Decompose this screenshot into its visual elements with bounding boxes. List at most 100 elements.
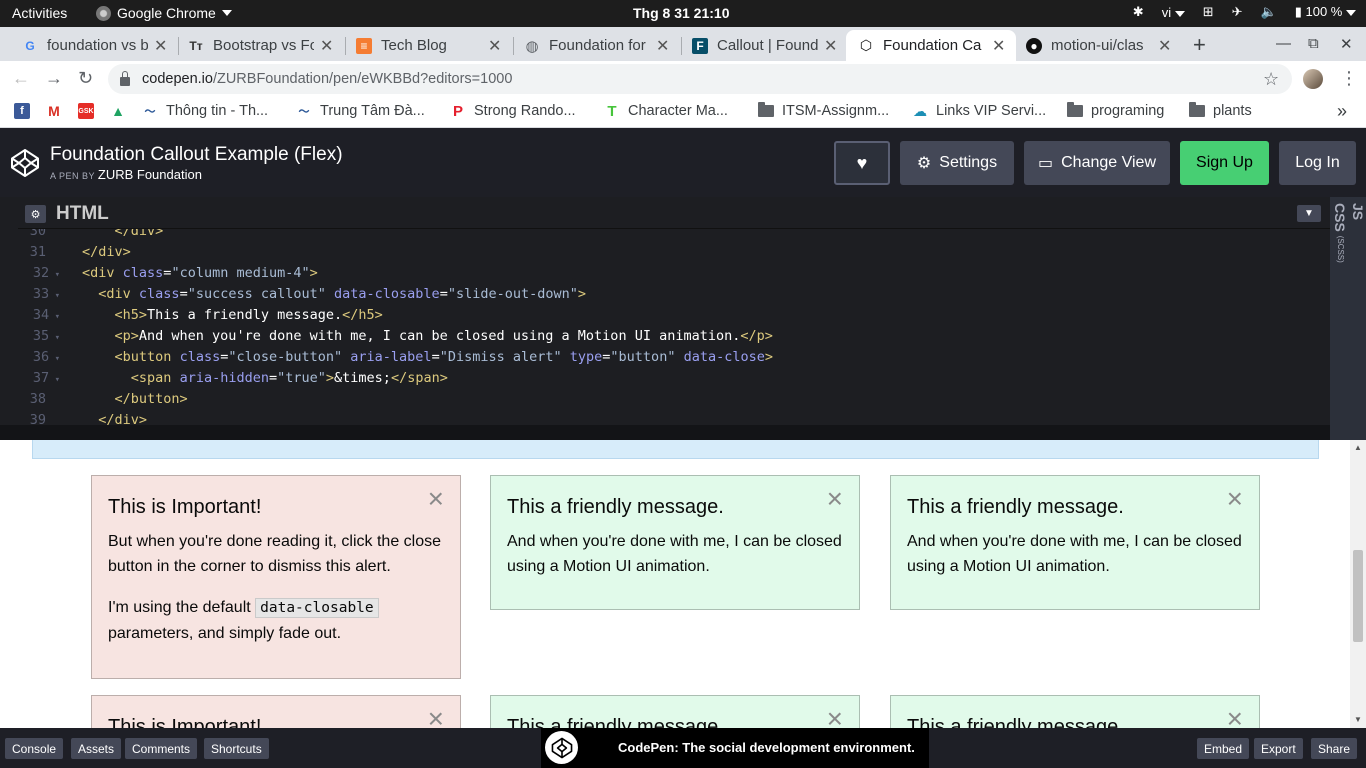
- code-line[interactable]: 36 <button class="close-button" aria-lab…: [18, 347, 1318, 368]
- code-line[interactable]: 33 <div class="success callout" data-clo…: [18, 284, 1318, 305]
- tab-bootstrap-vs-fo[interactable]: Tт Bootstrap vs Fo ✕: [176, 30, 344, 61]
- scroll-down-arrow-icon[interactable]: ▼: [1354, 715, 1362, 724]
- bookmark-strong-rando[interactable]: P Strong Rando...: [450, 102, 576, 120]
- code-line[interactable]: 34 <h5>This a friendly message.</h5>: [18, 305, 1318, 326]
- code-line[interactable]: 32 <div class="column medium-4">: [18, 263, 1318, 284]
- gsk-icon: GSK: [78, 103, 94, 119]
- language-indicator[interactable]: vi: [1162, 5, 1185, 20]
- bookmark-facebook[interactable]: f: [14, 103, 30, 119]
- tab-foundation-callout-active[interactable]: ⬡ Foundation Ca ✕: [846, 30, 1016, 61]
- inline-code: data-closable: [255, 598, 379, 618]
- love-button[interactable]: ♥: [834, 141, 890, 185]
- back-button[interactable]: ←: [12, 68, 30, 89]
- preview-scrollbar[interactable]: ▲ ▼: [1350, 440, 1366, 728]
- battery-indicator[interactable]: ▮ 100 %: [1295, 4, 1356, 20]
- avatar[interactable]: [1303, 69, 1323, 89]
- bookmark-gmail[interactable]: M: [46, 103, 62, 119]
- close-icon[interactable]: ×: [428, 485, 444, 513]
- tab-title: Bootstrap vs Fo: [213, 37, 314, 54]
- tab-motion-ui[interactable]: ● motion-ui/clas ✕: [1014, 30, 1182, 61]
- chrome-icon: [96, 5, 111, 21]
- editor-collapse-chevron-icon[interactable]: ▼: [1297, 205, 1321, 222]
- change-view-button[interactable]: ▭ Change View: [1024, 141, 1170, 185]
- close-icon[interactable]: ✕: [320, 36, 334, 56]
- network-icon[interactable]: ⊞: [1203, 4, 1214, 20]
- editor-settings-gear-icon[interactable]: ⚙: [25, 205, 46, 223]
- close-icon[interactable]: ✕: [1158, 36, 1172, 56]
- promo-banner[interactable]: CodePen: The social development environm…: [541, 728, 929, 768]
- app-menu[interactable]: Google Chrome: [96, 5, 232, 21]
- lock-icon[interactable]: [120, 70, 130, 86]
- address-bar[interactable]: codepen.io/ZURBFoundation/pen/eWKBBd?edi…: [108, 64, 1292, 94]
- tab-foundation-for[interactable]: ◍ Foundation for ✕: [512, 30, 680, 61]
- embed-button[interactable]: Embed: [1197, 738, 1250, 759]
- tab-tech-blog[interactable]: ≡ Tech Blog ✕: [344, 30, 512, 61]
- forward-button[interactable]: →: [45, 68, 63, 89]
- comments-button[interactable]: Comments: [125, 738, 198, 759]
- close-icon[interactable]: ×: [827, 485, 843, 513]
- shortcuts-button[interactable]: Shortcuts: [204, 738, 269, 759]
- close-icon[interactable]: ×: [1227, 485, 1243, 513]
- blog-icon: ≡: [356, 37, 372, 54]
- close-icon[interactable]: ×: [827, 705, 843, 729]
- new-tab-button[interactable]: +: [1193, 32, 1206, 58]
- codepen-logo-icon[interactable]: [10, 148, 40, 183]
- language-label: vi: [1161, 4, 1172, 20]
- code-line[interactable]: 35 <p>And when you're done with me, I ca…: [18, 326, 1318, 347]
- bookmark-trung-tam[interactable]: 〜 Trung Tâm Đà...: [296, 103, 425, 119]
- menu-kebab-icon[interactable]: ⋮: [1340, 68, 1358, 89]
- tab-foundation-vs-b[interactable]: G foundation vs b ✕: [10, 30, 178, 61]
- tab-css-editor[interactable]: CSS (SCSS): [1332, 203, 1348, 263]
- system-tray[interactable]: ✱ vi ⊞ ✈ 🔈 ▮ 100 %: [1133, 4, 1356, 20]
- settings-button[interactable]: ⚙ Settings: [900, 141, 1014, 185]
- airplane-icon[interactable]: ✈: [1232, 4, 1243, 20]
- code-lines[interactable]: 30 </div>31</div>32<div class="column me…: [18, 221, 1318, 425]
- pen-author-link[interactable]: ZURB Foundation: [98, 167, 202, 182]
- clock[interactable]: Thg 8 31 21:10: [633, 5, 730, 21]
- bookmark-programing[interactable]: programing: [1067, 102, 1164, 119]
- tab-js-editor[interactable]: JS: [1350, 203, 1366, 220]
- html-editor[interactable]: 30 </div>31</div>32<div class="column me…: [18, 197, 1330, 425]
- close-icon[interactable]: ✕: [656, 36, 670, 56]
- activities-button[interactable]: Activities: [12, 5, 67, 21]
- window-close-button[interactable]: ✕: [1340, 35, 1353, 53]
- code-line[interactable]: 38 </button>: [18, 389, 1318, 410]
- bookmark-character-ma[interactable]: T Character Ma...: [604, 103, 728, 120]
- strong-icon: P: [452, 102, 463, 120]
- bookmarks-overflow-icon[interactable]: »: [1337, 101, 1347, 122]
- reload-button[interactable]: ↻: [78, 68, 93, 89]
- bookmark-itsm[interactable]: ITSM-Assignm...: [758, 102, 889, 119]
- bookmark-plants[interactable]: plants: [1189, 102, 1252, 119]
- code-line[interactable]: 39 </div>: [18, 410, 1318, 425]
- code-line[interactable]: 37 <span aria-hidden="true">&times;</spa…: [18, 368, 1318, 389]
- slack-icon[interactable]: ✱: [1133, 4, 1144, 20]
- bookmark-links-vip[interactable]: ☁ Links VIP Servi...: [912, 103, 1046, 120]
- tab-callout-found[interactable]: F Callout | Found ✕: [680, 30, 848, 61]
- console-button[interactable]: Console: [5, 738, 64, 759]
- close-icon[interactable]: ✕: [488, 36, 502, 56]
- log-in-button[interactable]: Log In: [1279, 141, 1356, 185]
- maximize-button[interactable]: ⧉: [1308, 35, 1319, 52]
- assets-button[interactable]: Assets: [71, 738, 122, 759]
- bookmark-thong-tin[interactable]: 〜 Thông tin - Th...: [142, 103, 269, 119]
- tab-title: Callout | Found: [717, 37, 818, 54]
- sign-up-button[interactable]: Sign Up: [1180, 141, 1269, 185]
- scroll-up-arrow-icon[interactable]: ▲: [1354, 443, 1362, 452]
- close-icon[interactable]: ✕: [154, 36, 168, 56]
- scrollbar-thumb[interactable]: [1353, 550, 1363, 642]
- close-icon[interactable]: ×: [1227, 705, 1243, 729]
- editor-resize-handle[interactable]: [0, 425, 1330, 440]
- minimize-button[interactable]: —: [1276, 35, 1291, 52]
- volume-icon[interactable]: 🔈: [1261, 4, 1277, 20]
- close-icon[interactable]: ✕: [824, 36, 838, 56]
- share-button[interactable]: Share: [1311, 738, 1358, 759]
- code-line[interactable]: 31 </div>: [18, 242, 1318, 263]
- bookmark-gsk[interactable]: GSK: [78, 103, 94, 119]
- bookmark-label: Thông tin - Th...: [166, 103, 269, 119]
- bookmark-star-icon[interactable]: ☆: [1263, 69, 1279, 90]
- close-icon[interactable]: ✕: [992, 36, 1006, 56]
- close-icon[interactable]: ×: [428, 705, 444, 729]
- line-number: 37: [18, 368, 64, 389]
- bookmark-drive[interactable]: ▲: [110, 103, 126, 119]
- export-button[interactable]: Export: [1254, 738, 1303, 759]
